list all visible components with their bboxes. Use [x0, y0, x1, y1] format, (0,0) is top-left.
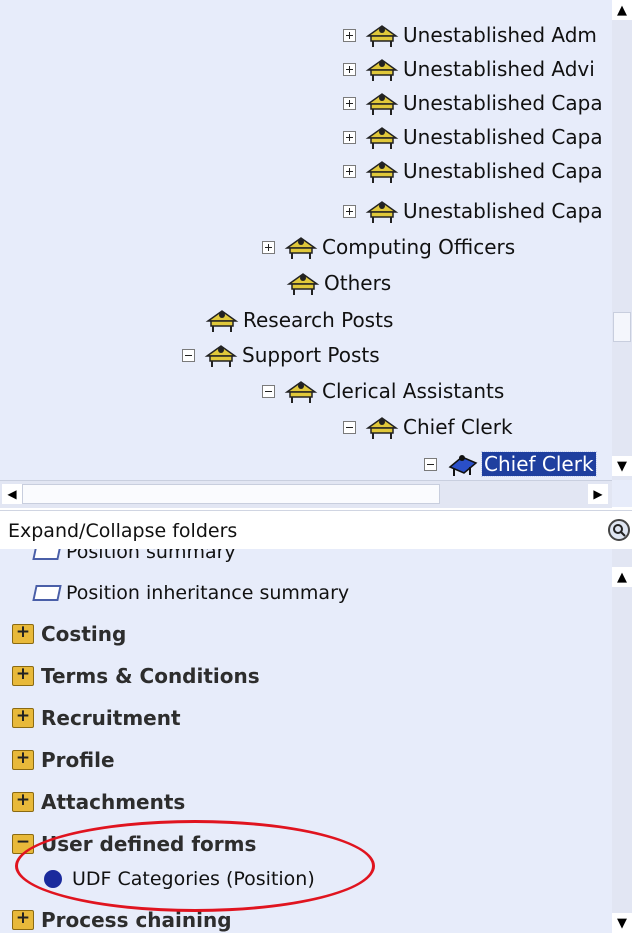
post-icon — [205, 310, 239, 332]
link-label: UDF Categories (Position) — [72, 868, 315, 890]
scroll-left-icon[interactable]: ◀ — [2, 484, 22, 504]
scroll-up-icon[interactable]: ▲ — [612, 0, 632, 20]
summary-icon — [32, 549, 62, 560]
collapse-minus-icon[interactable] — [343, 420, 356, 434]
folder-label: Process chaining — [41, 908, 232, 932]
tree-item[interactable]: Chief Clerk — [343, 410, 515, 444]
search-icon[interactable] — [608, 519, 630, 541]
tree-item-label: Chief Clerk — [481, 451, 597, 477]
expand-plus-icon[interactable] — [262, 240, 275, 254]
post-icon — [365, 93, 399, 115]
tree-item-label: Clerical Assistants — [322, 379, 505, 403]
tree-item-label: Unestablished Advi — [403, 57, 595, 81]
scrollbar-corner — [612, 480, 632, 507]
tree-item[interactable]: Unestablished Capa — [343, 194, 605, 228]
folder-label: User defined forms — [41, 832, 257, 856]
tree-item[interactable]: Unestablished Adm — [343, 18, 599, 52]
post-icon — [284, 381, 318, 403]
scroll-down-icon[interactable]: ▼ — [612, 456, 632, 476]
folder-icon — [12, 790, 34, 812]
expand-plus-icon[interactable] — [343, 96, 356, 110]
folder-label: Attachments — [41, 790, 186, 814]
collapse-minus-icon[interactable] — [424, 457, 437, 471]
post-icon — [204, 345, 238, 367]
folder-icon — [12, 664, 34, 686]
folder-icon — [12, 622, 34, 644]
position-tree: Unestablished Adm Unestablished Advi Une… — [0, 0, 632, 480]
folder-user-defined-forms[interactable]: User defined forms — [12, 827, 256, 861]
tree-item-label: Computing Officers — [322, 235, 516, 259]
collapse-minus-icon[interactable] — [262, 384, 275, 398]
tree-item-label: Unestablished Capa — [403, 91, 603, 115]
folder-icon — [12, 748, 34, 770]
tree-item[interactable]: Support Posts — [182, 338, 382, 372]
expand-plus-icon[interactable] — [343, 164, 356, 178]
tree-item-label: Unestablished Capa — [403, 125, 603, 149]
tree-item-selected[interactable]: Chief Clerk — [424, 447, 597, 480]
scroll-thumb[interactable] — [613, 312, 631, 342]
tree-item[interactable]: Computing Officers — [262, 230, 517, 264]
collapse-minus-icon[interactable] — [182, 348, 195, 362]
post-icon — [365, 127, 399, 149]
post-icon — [365, 59, 399, 81]
post-holder-icon — [448, 455, 478, 476]
expand-plus-icon[interactable] — [343, 28, 356, 42]
tree-item-label: Unestablished Adm — [403, 23, 597, 47]
tree-item-label: Research Posts — [243, 308, 394, 332]
post-icon — [284, 237, 318, 259]
folder-costing[interactable]: Costing — [12, 617, 126, 651]
post-icon — [365, 25, 399, 47]
tree-item-label: Unestablished Capa — [403, 159, 603, 183]
post-icon — [365, 417, 399, 439]
position-inheritance-summary-link[interactable]: Position inheritance summary — [32, 576, 350, 610]
tree-vertical-scrollbar[interactable]: ▲ ▼ — [612, 0, 632, 480]
tree-item[interactable]: Research Posts — [205, 303, 395, 337]
udf-categories-link[interactable]: UDF Categories (Position) — [44, 862, 315, 896]
tree-item[interactable]: Unestablished Capa — [343, 154, 605, 188]
scroll-down-icon[interactable]: ▼ — [612, 913, 632, 933]
tree-item-label: Unestablished Capa — [403, 199, 603, 223]
position-summary-link[interactable]: Position summary — [32, 549, 236, 569]
tree-item-label: Others — [324, 271, 392, 295]
link-label: Position summary — [66, 549, 236, 563]
folder-terms-conditions[interactable]: Terms & Conditions — [12, 659, 260, 693]
folder-icon — [12, 908, 34, 930]
tree-item[interactable]: Unestablished Capa — [343, 120, 605, 154]
folder-process-chaining[interactable]: Process chaining — [12, 903, 232, 933]
scroll-up-icon[interactable]: ▲ — [612, 567, 632, 587]
tree-horizontal-scrollbar[interactable]: ◀ ▶ — [0, 480, 612, 508]
bullet-icon — [44, 870, 62, 888]
tree-item-label: Chief Clerk — [403, 415, 513, 439]
link-label: Position inheritance summary — [66, 582, 350, 604]
post-icon — [365, 161, 399, 183]
folder-label: Terms & Conditions — [41, 664, 260, 688]
open-folder-icon — [12, 832, 34, 854]
expand-plus-icon[interactable] — [343, 204, 356, 218]
expand-plus-icon[interactable] — [343, 62, 356, 76]
folder-label: Recruitment — [41, 706, 181, 730]
folder-profile[interactable]: Profile — [12, 743, 115, 777]
tree-item-label: Support Posts — [242, 343, 380, 367]
expand-collapse-bar[interactable]: Expand/Collapse folders — [0, 510, 632, 550]
post-icon — [286, 273, 320, 295]
folder-recruitment[interactable]: Recruitment — [12, 701, 181, 735]
tree-item[interactable]: Clerical Assistants — [262, 374, 506, 408]
nav-vertical-scrollbar[interactable]: ▲ ▼ — [612, 549, 632, 933]
summary-icon — [32, 585, 62, 601]
tree-item[interactable]: Unestablished Capa — [343, 86, 605, 120]
folder-label: Profile — [41, 748, 115, 772]
folder-label: Costing — [41, 622, 127, 646]
scroll-right-icon[interactable]: ▶ — [588, 484, 608, 504]
expand-plus-icon[interactable] — [343, 130, 356, 144]
tree-item[interactable]: Others — [286, 266, 393, 300]
post-icon — [365, 201, 399, 223]
folder-icon — [12, 706, 34, 728]
navigation-panel: Position summary Position inheritance su… — [0, 549, 632, 933]
expand-collapse-label: Expand/Collapse folders — [8, 520, 238, 542]
tree-item[interactable]: Unestablished Advi — [343, 52, 597, 86]
scroll-thumb[interactable] — [22, 484, 440, 504]
folder-attachments[interactable]: Attachments — [12, 785, 185, 819]
